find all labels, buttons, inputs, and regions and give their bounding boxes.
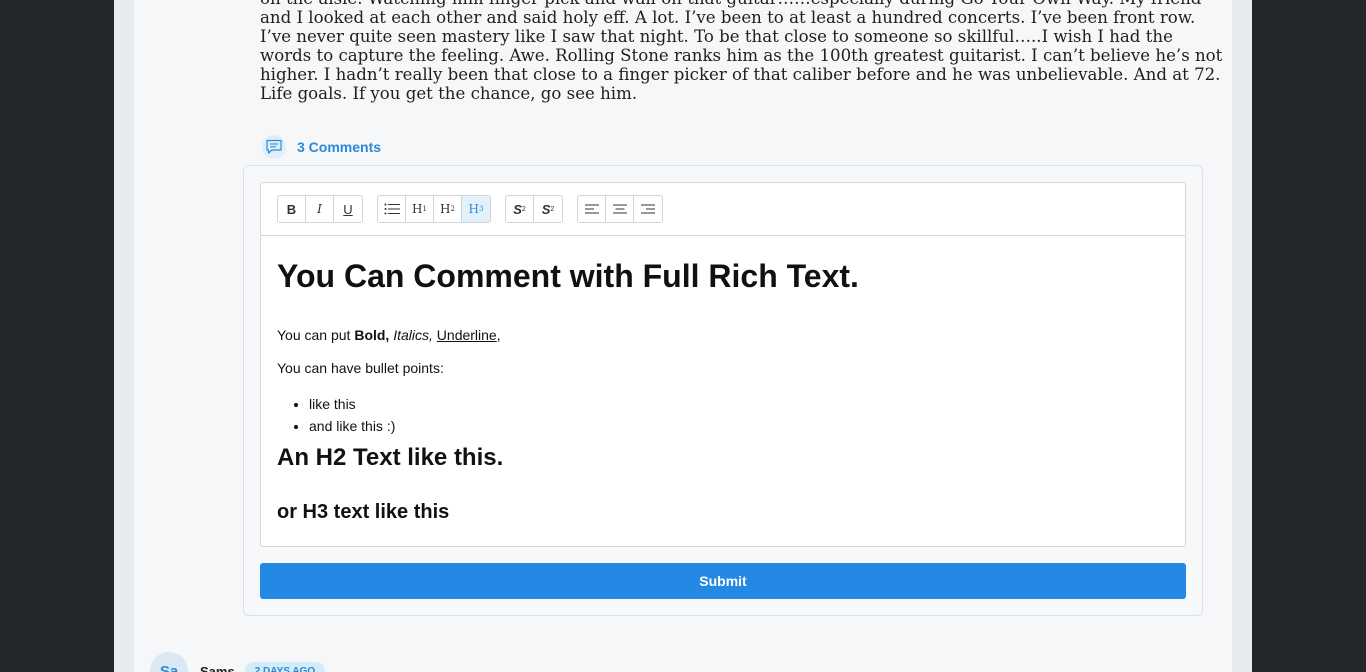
comment-author[interactable]: Sams: [200, 664, 235, 672]
bold-sample: Bold,: [354, 327, 390, 343]
subscript-icon: S: [541, 201, 551, 217]
align-right-button[interactable]: [634, 196, 662, 222]
comments-count-link[interactable]: 3 Comments: [297, 139, 381, 155]
article-line: I’ve never quite seen mastery like I saw…: [260, 27, 1173, 46]
comment-time-badge: 2 DAYS AGO: [244, 661, 326, 672]
editor-toolbar: B I U H1 H2 H3 S2 S2: [261, 183, 1185, 236]
underline-sample: Underline: [436, 327, 497, 343]
script-button-group: S2 S2: [505, 195, 563, 223]
align-left-button[interactable]: [578, 196, 606, 222]
bold-icon: B: [286, 201, 297, 217]
bold-button[interactable]: B: [278, 196, 306, 222]
article-line: on the aisle. Watching him finger pick a…: [260, 0, 1201, 8]
comment-bubble-icon: [262, 135, 286, 159]
format-button-group: B I U: [277, 195, 363, 223]
bullet-list-icon: [384, 203, 400, 215]
align-left-icon: [584, 204, 599, 214]
superscript-icon: S: [513, 201, 522, 217]
underline-button[interactable]: U: [334, 196, 362, 222]
align-center-button[interactable]: [606, 196, 634, 222]
italic-button[interactable]: I: [306, 196, 334, 222]
article-line: words to capture the feeling. Awe. Rolli…: [260, 46, 1223, 65]
editor-content[interactable]: You Can Comment with Full Rich Text. You…: [261, 256, 1185, 525]
bullet-list: like this and like this :): [277, 393, 1169, 437]
block-button-group: H1 H2 H3: [377, 195, 491, 223]
rich-text-editor[interactable]: B I U H1 H2 H3 S2 S2 You Can Comment wit…: [260, 182, 1186, 547]
align-center-icon: [612, 204, 627, 214]
content-heading2: An H2 Text like this.: [277, 444, 504, 471]
italic-sample: Italics,: [393, 327, 433, 343]
list-item: and like this :): [309, 415, 1169, 437]
article-line: Life goals. If you get the chance, go se…: [260, 84, 638, 103]
subscript-button[interactable]: S2: [534, 196, 562, 222]
article-body: on the aisle. Watching him finger pick a…: [260, 0, 1223, 103]
content-heading1: You Can Comment with Full Rich Text.: [277, 258, 859, 294]
underline-icon: U: [343, 201, 353, 217]
article-line: higher. I hadn’t really been that close …: [260, 65, 1221, 84]
list-item: like this: [309, 393, 1169, 415]
superscript-button[interactable]: S2: [506, 196, 534, 222]
content-paragraph: You can have bullet points:: [277, 360, 444, 376]
comments-header[interactable]: 3 Comments: [262, 134, 381, 160]
content-heading3: or H3 text like this: [277, 501, 450, 523]
article-line: and I looked at each other and said holy…: [260, 8, 1196, 27]
heading3-button[interactable]: H3: [462, 196, 490, 222]
align-right-icon: [641, 204, 655, 214]
heading2-button[interactable]: H2: [434, 196, 462, 222]
align-button-group: [577, 195, 663, 223]
content-paragraph: You can put Bold, Italics, Underline,: [277, 327, 501, 343]
heading1-button[interactable]: H1: [406, 196, 434, 222]
italic-icon: I: [317, 202, 322, 216]
bullet-list-button[interactable]: [378, 196, 406, 222]
comment-item: Sa Sams 2 DAYS AGO: [150, 652, 326, 672]
avatar: Sa: [150, 652, 188, 672]
submit-button[interactable]: Submit: [260, 563, 1186, 599]
